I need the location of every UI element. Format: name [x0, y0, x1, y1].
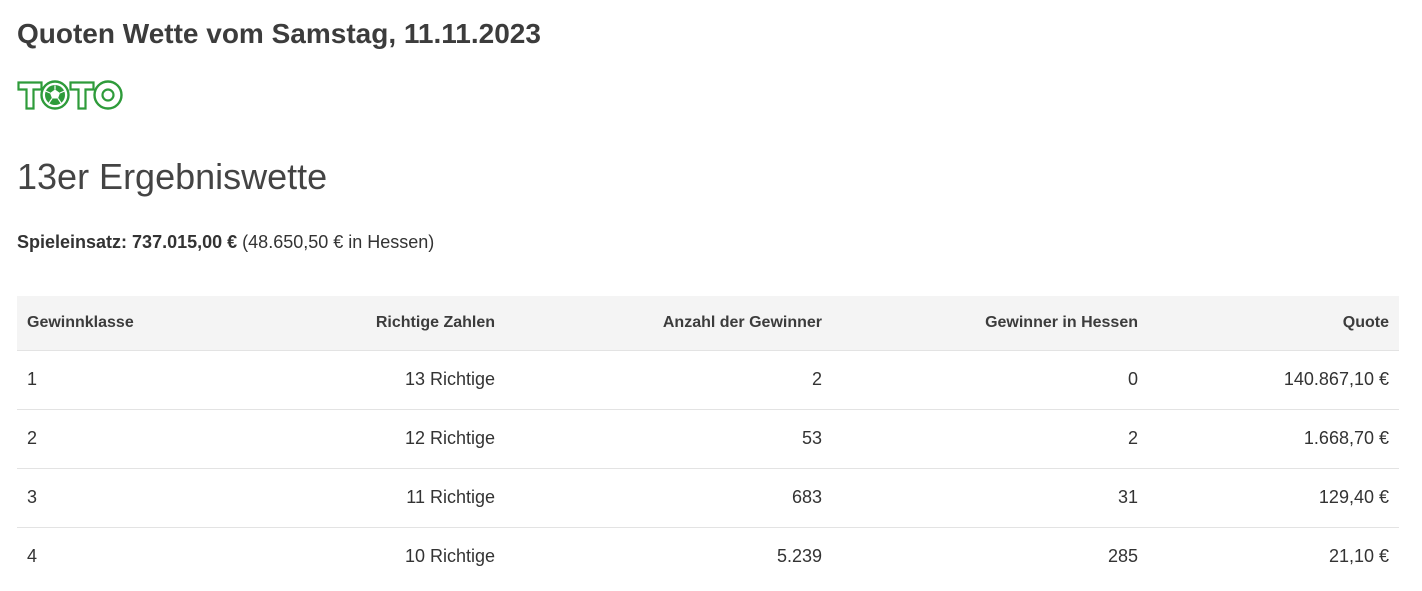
- cell-quote: 140.867,10 €: [1148, 350, 1399, 410]
- table-header-row: Gewinnklasse Richtige Zahlen Anzahl der …: [17, 296, 1399, 351]
- stake-hessen: (48.650,50 € in Hessen): [242, 232, 435, 252]
- section-title: 13er Ergebniswette: [17, 156, 328, 197]
- column-header-quote: Quote: [1148, 296, 1399, 351]
- cell-anzahl: 5.239: [776, 546, 822, 566]
- cell-hessen: 2: [832, 409, 1148, 469]
- stake-label: Spieleinsatz:: [17, 232, 128, 252]
- odds-table: Gewinnklasse Richtige Zahlen Anzahl der …: [17, 296, 1399, 586]
- cell-quote: 21,10 €: [1328, 546, 1389, 566]
- table-row: 4 10 Richtige 5.239 285 21,10 €: [17, 527, 1399, 586]
- cell-richtige: 12 Richtige: [205, 409, 505, 469]
- stake-info: Spieleinsatz: 737.015,00 € (48.650,50 € …: [17, 232, 434, 253]
- cell-richtige: 11 Richtige: [205, 468, 505, 528]
- stake-amount: 737.015,00 €: [132, 232, 238, 252]
- table-row: 1 13 Richtige 2 0 140.867,10 €: [17, 350, 1399, 410]
- cell-gewinnklasse: 4: [27, 546, 38, 566]
- cell-gewinnklasse: 1: [17, 350, 205, 410]
- toto-logo: [17, 80, 123, 110]
- table-row: 3 11 Richtige 683 31 129,40 €: [17, 468, 1399, 528]
- cell-anzahl: 683: [505, 468, 832, 528]
- table-row: 2 12 Richtige 53 2 1.668,70 €: [17, 409, 1399, 469]
- cell-gewinnklasse: 3: [17, 468, 205, 528]
- cell-richtige: 13 Richtige: [205, 350, 505, 410]
- cell-richtige: 10 Richtige: [404, 546, 495, 566]
- cell-quote: 1.668,70 €: [1148, 409, 1399, 469]
- column-header-richtige-zahlen: Richtige Zahlen: [205, 296, 505, 351]
- page-title: Quoten Wette vom Samstag, 11.11.2023: [17, 18, 541, 49]
- column-header-gewinnklasse: Gewinnklasse: [17, 296, 205, 351]
- cell-hessen: 0: [832, 350, 1148, 410]
- cell-hessen: 31: [832, 468, 1148, 528]
- column-header-anzahl-gewinner: Anzahl der Gewinner: [505, 296, 832, 351]
- column-header-gewinner-hessen: Gewinner in Hessen: [832, 296, 1148, 351]
- cell-anzahl: 2: [505, 350, 832, 410]
- cell-hessen: 285: [1107, 546, 1138, 566]
- cell-quote: 129,40 €: [1148, 468, 1399, 528]
- cell-gewinnklasse: 2: [17, 409, 205, 469]
- cell-anzahl: 53: [505, 409, 832, 469]
